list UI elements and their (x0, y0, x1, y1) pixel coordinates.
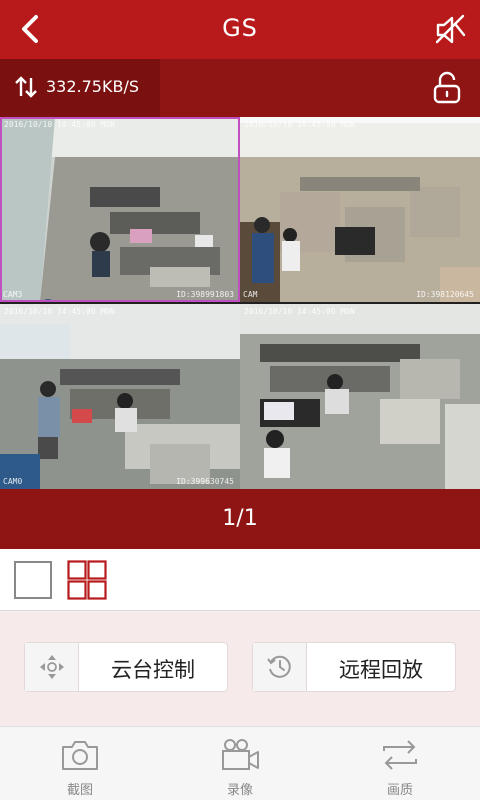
quad-view-button[interactable] (67, 560, 107, 600)
page-title: GS (222, 14, 258, 42)
camera-feed-image (240, 117, 480, 302)
grid-four-icon (67, 560, 107, 600)
camera-view-3[interactable]: 2016/10/10 14:45:00 MON CAM0 ID:39963074… (0, 304, 240, 489)
camera-id: ID:398120645 (416, 290, 474, 299)
camera-id: ID:399630745 (176, 477, 234, 486)
camera-timestamp: 2016/10/10 14:45:00 MON (244, 307, 355, 316)
ptz-control-button[interactable]: 云台控制 (24, 642, 228, 692)
speed-indicator: 332.75KB/S (0, 59, 160, 117)
page-indicator: 1/1 (222, 506, 258, 531)
camera-name: CAM3 (3, 290, 23, 299)
bottom-toolbar: 截图 录像 画质 (0, 726, 480, 800)
camera-name: CAM (243, 290, 258, 299)
app-screen: GS 332.75KB/S 2016/10/10 14:45:00 MON CA… (0, 0, 480, 800)
page-indicator-bar: 1/1 (0, 489, 480, 549)
ptz-direction-icon (40, 655, 64, 679)
ptz-icon-box (25, 643, 79, 691)
quality-button[interactable]: 画质 (320, 727, 480, 800)
camera-timestamp: 2016/10/10 14:45:00 MON (4, 120, 115, 129)
remote-playback-label: 远程回放 (339, 658, 423, 682)
camera-view-4[interactable]: 2016/10/10 14:45:00 MON (240, 304, 480, 489)
swap-arrows-icon (383, 740, 417, 770)
camera-feed-image (0, 304, 240, 489)
video-camera-icon (222, 739, 259, 770)
camera-timestamp: 2016/10/10 14:45:00 MON (244, 120, 355, 129)
camera-name: CAM0 (3, 477, 23, 486)
lock-button[interactable] (432, 71, 462, 109)
screenshot-button[interactable]: 截图 (0, 727, 160, 800)
record-button[interactable]: 录像 (160, 727, 320, 800)
camera-view-1[interactable]: 2016/10/10 14:45:00 MON CAM3 ID:39899180… (0, 117, 240, 302)
camera-feed-image (240, 304, 480, 489)
camera-id: ID:398991803 (176, 290, 234, 299)
camera-view-2[interactable]: 2016/10/10 14:45:00 MON CAM ID:398120645 (240, 117, 480, 302)
remote-playback-button[interactable]: 远程回放 (252, 642, 456, 692)
ptz-control-label: 云台控制 (111, 658, 195, 682)
quality-label: 画质 (386, 783, 413, 798)
speaker-muted-icon (435, 14, 466, 44)
top-bar: GS (0, 0, 480, 59)
history-clock-icon (267, 655, 291, 678)
layout-selector (0, 549, 480, 611)
single-view-button[interactable] (14, 561, 52, 599)
stream-status-bar: 332.75KB/S (0, 59, 480, 117)
camera-timestamp: 2016/10/10 14:45:00 MON (4, 307, 115, 316)
control-panel: 云台控制 远程回放 (0, 612, 480, 726)
video-grid: 2016/10/10 14:45:00 MON CAM3 ID:39899180… (0, 117, 480, 489)
up-down-arrows-icon (15, 76, 37, 98)
mute-button[interactable] (432, 12, 468, 48)
playback-icon-box (253, 643, 307, 691)
camera-icon (62, 741, 98, 770)
record-label: 录像 (226, 783, 253, 798)
screenshot-label: 截图 (66, 783, 93, 798)
camera-feed-image (0, 117, 240, 302)
bitrate-text: 332.75KB/S (46, 77, 139, 96)
unlocked-padlock-icon (433, 71, 461, 104)
